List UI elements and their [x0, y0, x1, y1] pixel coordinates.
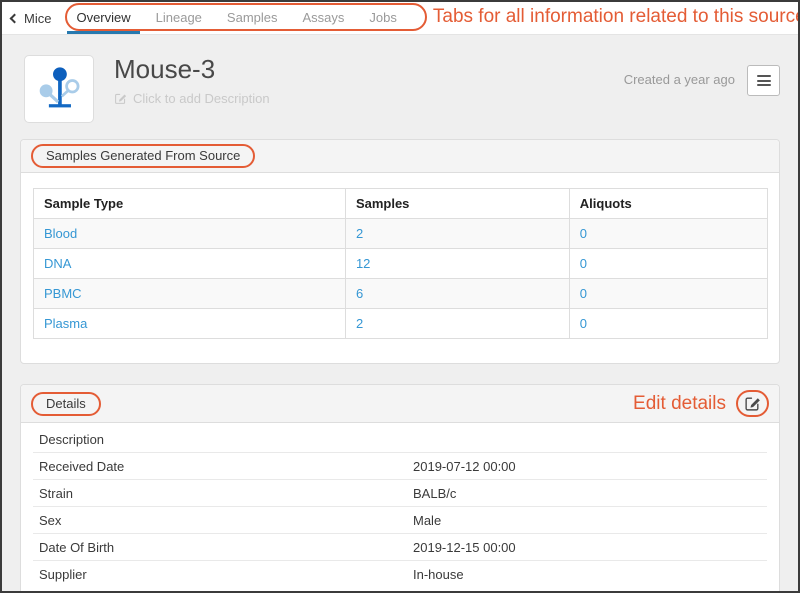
samples-panel-title: Samples Generated From Source	[46, 148, 240, 163]
detail-row-date-of-birth: Date Of Birth2019-12-15 00:00	[33, 534, 767, 561]
page-title: Mouse-3	[114, 55, 624, 84]
details-panel-title: Details	[46, 396, 86, 411]
detail-row-description: Description	[33, 426, 767, 453]
sample-type-link[interactable]: Plasma	[44, 316, 87, 331]
details-panel-heading: Details Edit details	[21, 385, 779, 423]
annotation-tabs-text: Tabs for all information related to this…	[433, 6, 800, 31]
detail-value: 2019-12-15 00:00	[413, 540, 767, 555]
samples-panel-body: Sample TypeSamplesAliquots Blood 2 0 DNA 12 0…	[21, 173, 779, 363]
detail-label: Date Of Birth	[33, 540, 413, 555]
tab-jobs[interactable]: Jobs	[360, 2, 405, 34]
aliquots-count-link[interactable]: 0	[580, 226, 587, 241]
back-link-mice[interactable]: Mice	[2, 2, 63, 34]
samples-count-link[interactable]: 6	[356, 286, 363, 301]
samples-panel-heading: Samples Generated From Source	[21, 140, 779, 173]
add-description-label: Click to add Description	[133, 91, 270, 106]
details-panel-body: Description Received Date2019-07-12 00:00…	[21, 423, 779, 593]
detail-label: Description	[33, 432, 413, 447]
pencil-square-icon	[744, 395, 761, 412]
header-right-group: Created a year ago	[624, 65, 780, 96]
detail-value: In-house	[413, 567, 767, 582]
sample-type-link[interactable]: Blood	[44, 226, 77, 241]
detail-value: Male	[413, 513, 767, 528]
detail-row-received-date: Received Date2019-07-12 00:00	[33, 453, 767, 480]
detail-label: Strain	[33, 486, 413, 501]
aliquots-count-link[interactable]: 0	[580, 286, 587, 301]
samples-count-link[interactable]: 2	[356, 316, 363, 331]
detail-label: Sex	[33, 513, 413, 528]
annotation-ellipse-details: Details	[31, 392, 101, 416]
column-header-samples: Samples	[345, 189, 569, 219]
hamburger-menu-icon	[757, 75, 771, 77]
detail-value: 2019-07-12 00:00	[413, 459, 767, 474]
source-lineage-icon	[24, 55, 94, 123]
detail-row-strain: StrainBALB/c	[33, 480, 767, 507]
samples-table: Sample TypeSamplesAliquots Blood 2 0 DNA 12 0…	[33, 188, 768, 339]
tab-bar: OverviewLineageSamplesAssaysJobs	[67, 2, 412, 34]
detail-label: Supplier	[33, 567, 413, 582]
table-row: Plasma 2 0	[34, 309, 768, 339]
table-row: Blood 2 0	[34, 219, 768, 249]
annotation-edit-details-text: Edit details	[633, 393, 726, 415]
pencil-edit-icon	[114, 92, 127, 105]
details-panel: Details Edit details Description	[20, 384, 780, 593]
sample-type-link[interactable]: DNA	[44, 256, 71, 271]
tab-samples[interactable]: Samples	[218, 2, 287, 34]
source-header: Mouse-3 Click to add Description Created…	[2, 35, 798, 139]
hamburger-menu-button[interactable]	[747, 65, 780, 96]
detail-value: BALB/c	[413, 486, 767, 501]
detail-row-sex: SexMale	[33, 507, 767, 534]
samples-count-link[interactable]: 12	[356, 256, 370, 271]
detail-label: Received Date	[33, 459, 413, 474]
created-timestamp: Created a year ago	[624, 72, 735, 87]
edit-details-button[interactable]	[744, 395, 761, 412]
sample-type-link[interactable]: PBMC	[44, 286, 82, 301]
tab-assays[interactable]: Assays	[294, 2, 354, 34]
column-header-sample-type: Sample Type	[34, 189, 346, 219]
annotation-ellipse-edit-icon	[736, 390, 769, 417]
annotation-ellipse-samples: Samples Generated From Source	[31, 144, 255, 168]
top-tab-bar: Mice OverviewLineageSamplesAssaysJobs Ta…	[2, 2, 798, 35]
table-row: PBMC 6 0	[34, 279, 768, 309]
details-heading-right: Edit details	[633, 390, 769, 417]
source-title-block: Mouse-3 Click to add Description	[114, 55, 624, 106]
chevron-left-icon	[10, 13, 20, 23]
samples-count-link[interactable]: 2	[356, 226, 363, 241]
detail-row-supplier: SupplierIn-house	[33, 561, 767, 588]
aliquots-count-link[interactable]: 0	[580, 256, 587, 271]
add-description-button[interactable]: Click to add Description	[114, 91, 624, 106]
table-row: DNA 12 0	[34, 249, 768, 279]
app-window: Mice OverviewLineageSamplesAssaysJobs Ta…	[0, 0, 800, 593]
tab-lineage[interactable]: Lineage	[147, 2, 211, 34]
column-header-aliquots: Aliquots	[569, 189, 767, 219]
aliquots-count-link[interactable]: 0	[580, 316, 587, 331]
back-label: Mice	[24, 11, 51, 26]
samples-panel: Samples Generated From Source Sample Typ…	[20, 139, 780, 364]
tab-overview[interactable]: Overview	[67, 2, 139, 34]
